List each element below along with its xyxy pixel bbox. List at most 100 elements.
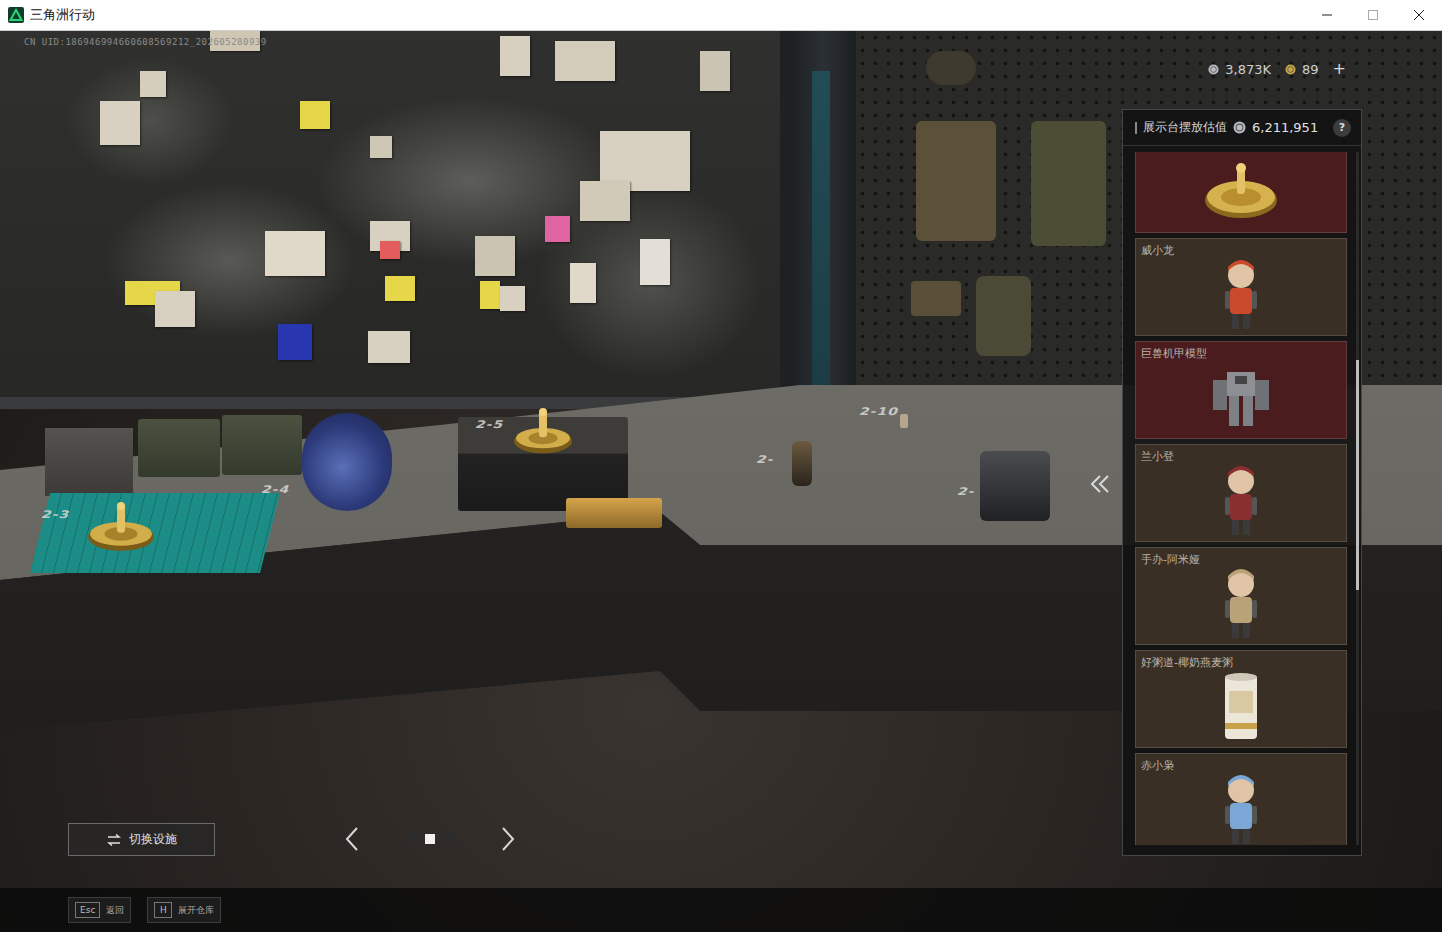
key-cap: Esc [75,902,100,918]
game-logo-icon [8,7,24,23]
close-button[interactable] [1396,0,1442,30]
next-page-icon[interactable] [500,826,516,852]
desk-slot-label: 2-10 [858,405,901,417]
minimize-button[interactable] [1304,0,1350,30]
cutting-mat [30,493,280,573]
item-label: 赤小枭 [1141,758,1341,772]
item-label: 好粥道-椰奶燕麦粥 [1141,655,1341,670]
header-divider [1135,122,1137,134]
pillar-light [812,71,830,401]
page-switcher [344,823,516,855]
item-label: 手办-阿米娅 [1141,552,1341,566]
small-cup [900,414,908,428]
map-note [278,324,312,360]
hotkey-label: 展开仓库 [178,904,214,917]
electric-motor [302,413,392,511]
showcase-item[interactable]: 赤小枭 [1135,753,1347,845]
scrollbar[interactable] [1356,152,1359,845]
showcase-title: 展示台摆放估值 [1143,119,1227,136]
switch-facility-label: 切换设施 [129,831,177,848]
vest [916,121,996,241]
drawer-unit [45,428,133,496]
mech-model-icon [1205,362,1277,434]
title-bar: 三角洲行动 [0,0,1442,31]
close-icon [1414,10,1424,20]
turntable-icon [1203,160,1279,222]
helmet [926,51,976,85]
currency-amount: 89 [1302,62,1319,77]
help-button[interactable]: ? [1333,119,1351,137]
showcase-item[interactable]: 好粥道-椰奶燕麦粥 [1135,650,1347,748]
backpack [976,276,1031,356]
hotkey[interactable]: Esc 返回 [68,897,131,923]
figure-icon [1219,463,1263,539]
page-dot[interactable] [443,834,453,844]
key-cap: H [154,902,172,918]
showcase-header: 展示台摆放估值 6,211,951? [1123,110,1361,146]
gold-coin-icon [1285,64,1296,75]
map-note [368,331,410,363]
page-dot[interactable] [407,834,417,844]
map-note [545,216,570,242]
map-note [500,36,530,76]
currency-amount: 3,873K [1225,62,1271,77]
map-note [370,136,392,158]
window-title: 三角洲行动 [30,6,1304,24]
map-note [265,231,325,276]
showcase-list: 威小龙巨兽机甲模型兰小登手办-阿米娅好粥道-椰奶燕麦粥赤小枭 [1135,152,1361,845]
ammo-crate [222,415,302,475]
hotkey[interactable]: H 展开仓库 [147,897,221,923]
showcase-item[interactable] [1135,152,1347,233]
collapse-panel-button[interactable] [1086,468,1114,500]
switch-arrows-icon [107,834,121,846]
desk-slot-label: 2-3 [40,508,73,520]
switch-facility-button[interactable]: 切换设施 [68,823,215,856]
small-figure [792,441,812,486]
silver-coin-icon [1233,121,1246,134]
prev-page-icon[interactable] [344,826,360,852]
desk-slot-label: 2-5 [474,418,507,430]
mech-model [980,451,1050,521]
pouch [911,281,961,316]
double-chevron-left-icon [1087,471,1113,497]
item-label: 巨兽机甲模型 [1141,346,1341,361]
game-scene: 2-32-42-52-2-102-CN UID:1869469946606085… [0,31,1442,932]
page-dot[interactable] [425,834,435,844]
app-window: 三角洲行动2-32-42-52-2-102-CN UID:18694699466… [0,0,1442,932]
map-note [555,41,615,81]
porridge-can-icon [1221,671,1261,743]
showcase-value: 6,211,951 [1252,120,1327,135]
add-currency-button[interactable]: + [1333,61,1346,77]
map-note [700,51,730,91]
hotkey-label: 返回 [106,904,124,917]
showcase-panel: 展示台摆放估值 6,211,951? 威小龙巨兽机甲模型兰小登手办-阿米娅好粥道-椰… [1122,109,1362,856]
desk-slot-label: 2-4 [260,483,293,495]
bench-vise [566,498,662,528]
scrollbar-thumb[interactable] [1356,360,1359,590]
maximize-button[interactable] [1350,0,1396,30]
map-note [640,239,670,285]
item-label: 威小龙 [1141,243,1341,257]
currency-bar: 3,873K 89 + [1208,61,1346,77]
map-note [475,236,515,276]
minimize-icon [1322,10,1332,20]
map-note [140,71,166,97]
showcase-item[interactable]: 兰小登 [1135,444,1347,542]
showcase-item[interactable]: 威小龙 [1135,238,1347,336]
map-note [385,276,415,301]
maximize-icon [1368,10,1378,20]
hotkey-bar: Esc 返回 H 展开仓库 [0,888,1442,932]
map-note [500,286,525,311]
item-label [1141,152,1341,154]
map-note [155,291,195,327]
map-note [100,101,140,145]
figure-icon [1219,257,1263,333]
figure-icon [1219,566,1263,642]
map-note [480,281,500,309]
map-note [380,241,400,259]
showcase-item[interactable]: 手办-阿米娅 [1135,547,1347,645]
showcase-item[interactable]: 巨兽机甲模型 [1135,341,1347,439]
turntable-icon [514,407,572,455]
ammo-crate [138,419,220,477]
vest [1031,121,1106,246]
